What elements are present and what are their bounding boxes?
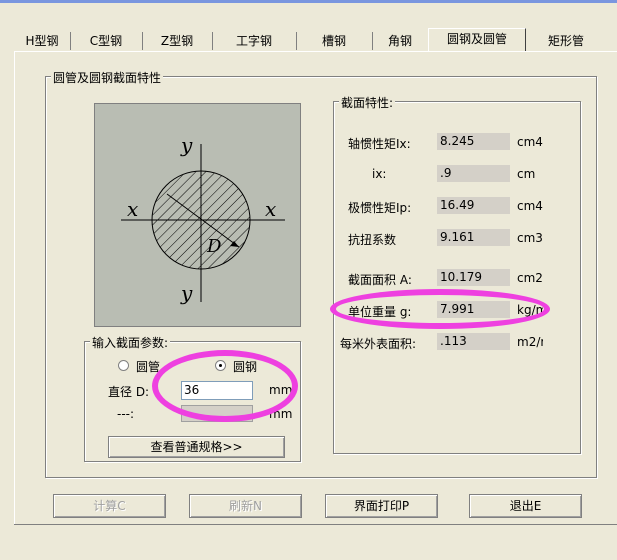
tab-panel-top-border: [14, 51, 617, 52]
refresh-button[interactable]: 刷新N: [189, 494, 302, 518]
prop-label-torsion-coef: 抗扭系数: [348, 233, 397, 247]
print-button[interactable]: 界面打印P: [325, 494, 438, 518]
tab-panel-bottom-border: [14, 524, 617, 525]
y-top-label: y: [180, 133, 193, 157]
diameter-label: 直径 D:: [108, 385, 150, 399]
prop-label-unit-weight: 单位重量 g:: [348, 305, 412, 319]
cross-section-figure: y y x x D: [94, 103, 301, 327]
window-title-bar-edge: [0, 0, 617, 3]
prop-value-ix-inertia: 8.245: [437, 133, 510, 150]
prop-value-torsion-coef: 9.161: [437, 229, 510, 246]
tab-rect-tube[interactable]: 矩形管: [526, 32, 606, 50]
prop-unit-area: cm2: [517, 271, 543, 285]
y-bottom-label: y: [180, 281, 193, 305]
prop-label-ix-inertia: 轴惯性矩Ix:: [348, 137, 411, 151]
prop-value-polar-inertia: 16.49: [437, 197, 510, 214]
tab-strip: H型钢 C型钢 Z型钢 工字钢 槽钢 角钢 圆钢及圆管 矩形管: [14, 28, 617, 52]
thickness-label: ---:: [117, 407, 135, 421]
prop-label-area: 截面面积 A:: [348, 273, 412, 287]
prop-unit-ix-radius: cm: [517, 167, 536, 181]
diameter-unit: mm: [269, 383, 293, 397]
properties-group-title: 截面特性:: [339, 94, 396, 111]
radio-pipe-label: 圆管: [136, 360, 161, 374]
prop-label-surface-area: 每米外表面积:: [340, 337, 417, 351]
prop-unit-surface-area: m2/m: [517, 335, 543, 349]
thickness-input: [181, 405, 253, 422]
tab-angle-steel[interactable]: 角钢: [372, 32, 429, 50]
prop-unit-torsion-coef: cm3: [517, 231, 543, 245]
round-section-diagram: y y x x D: [121, 133, 285, 305]
x-left-label: x: [127, 197, 138, 221]
view-standard-specs-button[interactable]: 查看普通规格>>: [108, 436, 285, 458]
tab-z-steel[interactable]: Z型钢: [142, 32, 213, 50]
prop-value-ix-radius: .9: [437, 165, 510, 182]
radio-rod-label: 圆钢: [233, 360, 258, 374]
tab-c-steel[interactable]: C型钢: [70, 32, 143, 50]
prop-label-polar-inertia: 极惯性矩Ip:: [348, 201, 412, 215]
prop-value-unit-weight: 7.991: [437, 301, 510, 318]
x-right-label: x: [265, 197, 276, 221]
exit-button[interactable]: 退出E: [469, 494, 582, 518]
thickness-unit: mm: [269, 407, 293, 421]
diameter-d-label: D: [206, 236, 222, 257]
tab-i-beam[interactable]: 工字钢: [212, 32, 297, 50]
tab-panel-left-border: [14, 51, 15, 525]
section-group-title: 圆管及圆钢截面特性: [51, 69, 164, 86]
tab-h-steel[interactable]: H型钢: [14, 32, 71, 50]
tab-round-steel-pipe[interactable]: 圆钢及圆管: [428, 28, 526, 51]
prop-unit-ix-inertia: cm4: [517, 135, 543, 149]
prop-unit-polar-inertia: cm4: [517, 199, 543, 213]
radio-pipe[interactable]: [118, 360, 129, 371]
diameter-input[interactable]: 36: [181, 381, 253, 400]
input-group-title: 输入截面参数:: [90, 334, 171, 351]
prop-label-ix-radius: ix:: [372, 167, 387, 181]
calc-button[interactable]: 计算C: [53, 494, 166, 518]
prop-value-area: 10.179: [437, 269, 510, 286]
tab-channel-steel[interactable]: 槽钢: [296, 32, 373, 50]
prop-value-surface-area: .113: [437, 333, 510, 350]
radio-rod[interactable]: [215, 360, 226, 371]
prop-unit-unit-weight: kg/m: [517, 303, 543, 317]
